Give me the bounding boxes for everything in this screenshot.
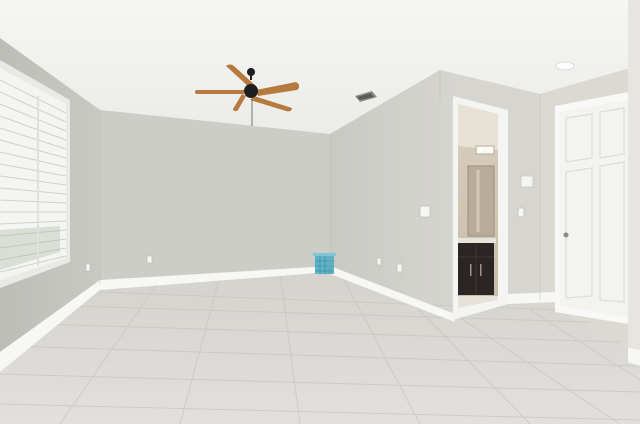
- bathroom-mirror: [467, 165, 495, 237]
- room-photo: [0, 0, 640, 424]
- blue-basket: [313, 253, 336, 274]
- door-knob: [563, 232, 569, 238]
- window-with-blinds: [0, 60, 70, 288]
- room-illustration: [0, 0, 640, 424]
- fan-motor: [244, 84, 258, 98]
- back-wall: [100, 110, 330, 284]
- right-edge-wall: [628, 0, 640, 360]
- closet-door: [555, 92, 628, 324]
- light-switch-hall: [517, 207, 525, 218]
- bathroom-doorway: [453, 96, 508, 320]
- recessed-light: [555, 61, 575, 71]
- light-switch-left: [419, 205, 431, 218]
- bathroom-vanity: [458, 238, 496, 295]
- thermostat: [520, 175, 534, 188]
